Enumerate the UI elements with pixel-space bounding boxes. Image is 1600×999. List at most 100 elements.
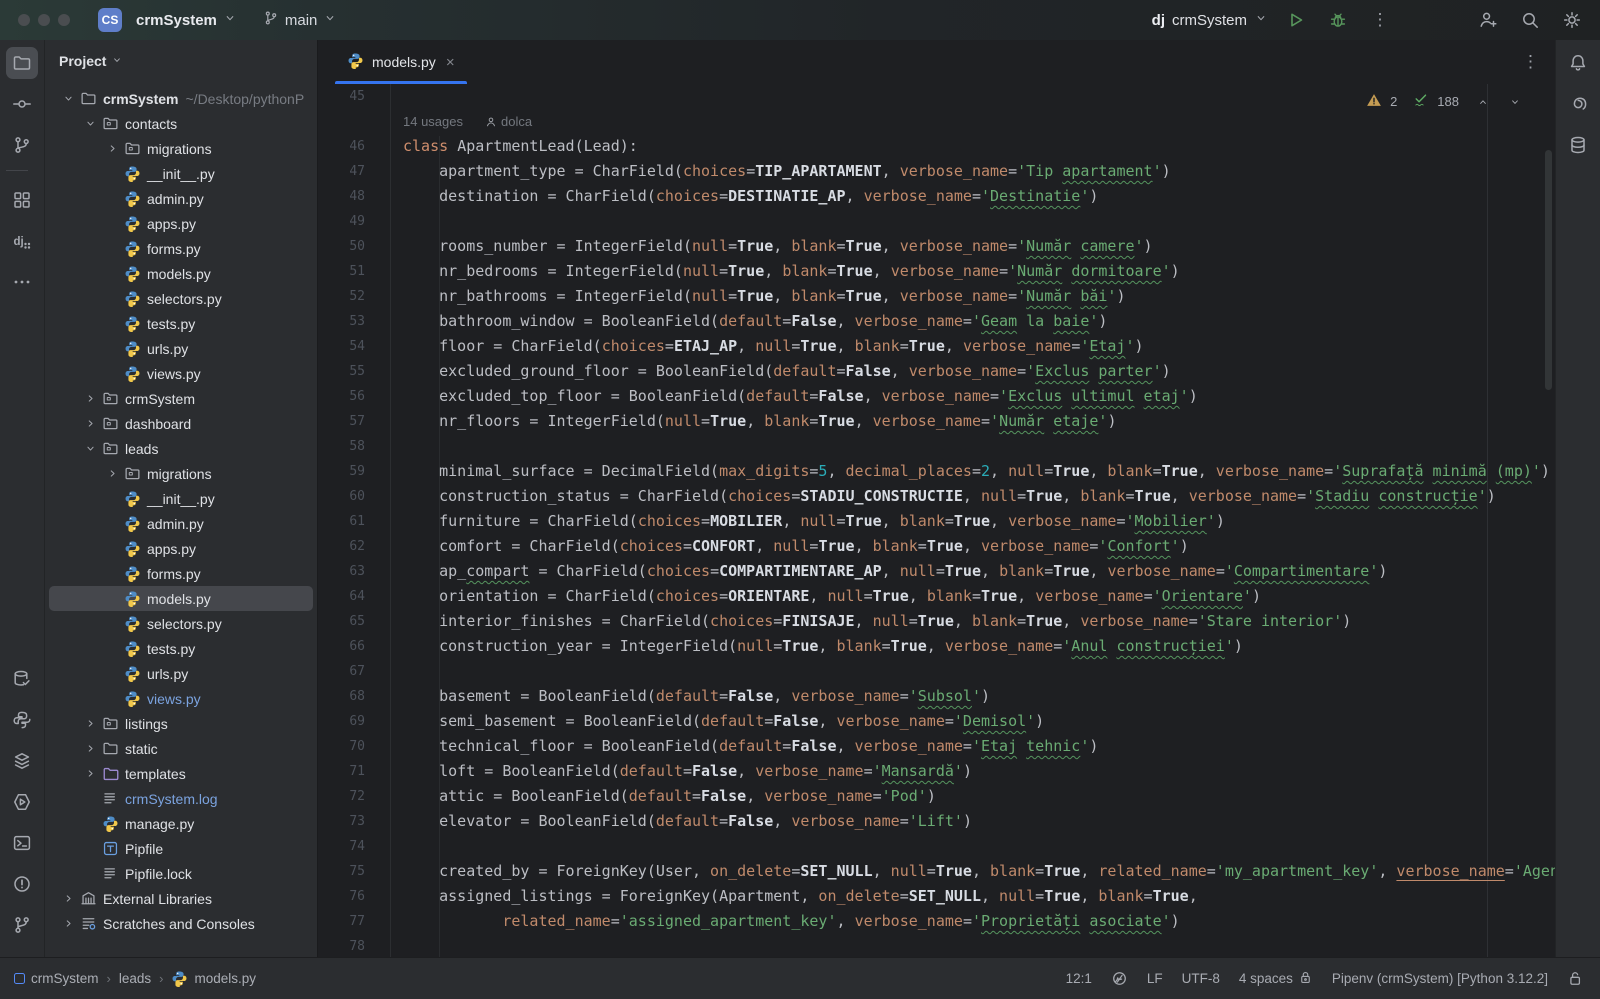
tool-stripe-services-icon[interactable] <box>6 745 38 777</box>
code-line-66[interactable]: 66 construction_year = IntegerField(null… <box>318 634 1555 659</box>
code-hints-row[interactable]: 14 usagesdolca <box>318 109 1555 134</box>
tree-item-contacts[interactable]: contacts <box>49 111 313 136</box>
grammar-check-icon[interactable] <box>1111 970 1128 987</box>
tree-item-listings[interactable]: listings <box>49 711 313 736</box>
tool-stripe-git-branch-icon[interactable] <box>6 909 38 941</box>
tree-item-views-py[interactable]: views.py <box>49 686 313 711</box>
code-line-62[interactable]: 62 comfort = CharField(choices=CONFORT, … <box>318 534 1555 559</box>
tool-stripe-vcs-graph-icon[interactable] <box>6 129 38 161</box>
line-number[interactable]: 58 <box>318 439 365 454</box>
chevron-down-icon[interactable] <box>58 92 78 105</box>
settings-button[interactable] <box>1558 6 1586 34</box>
code-line-74[interactable]: 74 <box>318 834 1555 859</box>
code-line-77[interactable]: 77 related_name='assigned_apartment_key'… <box>318 909 1555 934</box>
tree-item-scratches-and-consoles[interactable]: Scratches and Consoles <box>49 911 313 936</box>
tree-item-forms-py[interactable]: forms.py <box>49 236 313 261</box>
tree-item-tests-py[interactable]: tests.py <box>49 636 313 661</box>
line-number[interactable]: 77 <box>318 914 365 929</box>
line-number[interactable]: 59 <box>318 464 365 479</box>
line-number[interactable]: 78 <box>318 939 365 954</box>
line-separator-widget[interactable]: LF <box>1147 971 1163 986</box>
line-number[interactable]: 50 <box>318 239 365 254</box>
line-number[interactable]: 74 <box>318 839 365 854</box>
code-line-48[interactable]: 48 destination = CharField(choices=DESTI… <box>318 184 1555 209</box>
line-number[interactable]: 51 <box>318 264 365 279</box>
line-number[interactable]: 65 <box>318 614 365 629</box>
tool-stripe-run-anything-icon[interactable] <box>6 786 38 818</box>
run-button[interactable] <box>1282 6 1310 34</box>
line-number[interactable]: 69 <box>318 714 365 729</box>
tree-item-leads[interactable]: leads <box>49 436 313 461</box>
tool-stripe-database-check-icon[interactable] <box>6 663 38 695</box>
code-with-me-button[interactable] <box>1474 6 1502 34</box>
line-number[interactable]: 73 <box>318 814 365 829</box>
editor-scrollbar[interactable] <box>1545 150 1552 390</box>
code-line-69[interactable]: 69 semi_basement = BooleanField(default=… <box>318 709 1555 734</box>
chevron-right-icon[interactable] <box>80 392 100 405</box>
line-number[interactable]: 55 <box>318 364 365 379</box>
more-actions-kebab-icon[interactable]: ⋮ <box>1366 6 1394 34</box>
tree-item-selectors-py[interactable]: selectors.py <box>49 286 313 311</box>
chevron-right-icon[interactable] <box>80 417 100 430</box>
tree-item-migrations[interactable]: migrations <box>49 136 313 161</box>
line-number[interactable]: 62 <box>318 539 365 554</box>
chevron-right-icon[interactable] <box>80 717 100 730</box>
line-number[interactable]: 52 <box>318 289 365 304</box>
line-number[interactable]: 68 <box>318 689 365 704</box>
line-number[interactable]: 53 <box>318 314 365 329</box>
tree-item-pipfile[interactable]: Pipfile <box>49 836 313 861</box>
line-number[interactable]: 66 <box>318 639 365 654</box>
tool-stripe-commit-icon[interactable] <box>6 88 38 120</box>
code-line-54[interactable]: 54 floor = CharField(choices=ETAJ_AP, nu… <box>318 334 1555 359</box>
window-close-button[interactable] <box>18 14 30 26</box>
code-line-47[interactable]: 47 apartment_type = CharField(choices=TI… <box>318 159 1555 184</box>
file-writable-lock-icon[interactable] <box>1567 970 1584 987</box>
tool-stripe-database-icon[interactable] <box>1562 129 1594 161</box>
usages-hint[interactable]: 14 usages <box>403 109 463 134</box>
search-everywhere-button[interactable] <box>1516 6 1544 34</box>
code-line-75[interactable]: 75 created_by = ForeignKey(User, on_dele… <box>318 859 1555 884</box>
code-line-52[interactable]: 52 nr_bathrooms = IntegerField(null=True… <box>318 284 1555 309</box>
breadcrumb-item-models-py[interactable]: models.py <box>171 970 256 987</box>
tool-stripe-python-console-icon[interactable] <box>6 704 38 736</box>
tool-stripe-project-folder-icon[interactable] <box>6 47 38 79</box>
tree-item-pipfile-lock[interactable]: Pipfile.lock <box>49 861 313 886</box>
breadcrumb-item-leads[interactable]: leads <box>119 971 151 986</box>
tool-stripe-ai-assistant-icon[interactable] <box>1562 88 1594 120</box>
window-controls[interactable] <box>18 14 70 26</box>
line-number[interactable]: 57 <box>318 414 365 429</box>
line-number[interactable]: 47 <box>318 164 365 179</box>
line-number[interactable]: 71 <box>318 764 365 779</box>
tree-item-dashboard[interactable]: dashboard <box>49 411 313 436</box>
code-line-46[interactable]: 46class ApartmentLead(Lead): <box>318 134 1555 159</box>
tree-item-migrations[interactable]: migrations <box>49 461 313 486</box>
tree-item-tests-py[interactable]: tests.py <box>49 311 313 336</box>
line-number[interactable]: 45 <box>318 89 365 104</box>
line-number[interactable]: 61 <box>318 514 365 529</box>
tool-stripe-structure-icon[interactable] <box>6 184 38 216</box>
tree-item-crmsystem[interactable]: crmSystem~/Desktop/pythonP <box>49 86 313 111</box>
editor-options-kebab-icon[interactable]: ⋮ <box>1522 40 1539 84</box>
tree-item-admin-py[interactable]: admin.py <box>49 186 313 211</box>
code-line-49[interactable]: 49 <box>318 209 1555 234</box>
code-line-64[interactable]: 64 orientation = CharField(choices=ORIEN… <box>318 584 1555 609</box>
code-line-72[interactable]: 72 attic = BooleanField(default=False, v… <box>318 784 1555 809</box>
previous-problem-button[interactable] <box>1477 96 1489 108</box>
line-number[interactable]: 64 <box>318 589 365 604</box>
line-number[interactable]: 76 <box>318 889 365 904</box>
code-line-55[interactable]: 55 excluded_ground_floor = BooleanField(… <box>318 359 1555 384</box>
tree-item-models-py[interactable]: models.py <box>49 261 313 286</box>
code-line-60[interactable]: 60 construction_status = CharField(choic… <box>318 484 1555 509</box>
tool-stripe-django-structure-icon[interactable]: dj <box>6 225 38 257</box>
tree-item-static[interactable]: static <box>49 736 313 761</box>
encoding-widget[interactable]: UTF-8 <box>1182 971 1220 986</box>
tree-item--init-py[interactable]: __init__.py <box>49 161 313 186</box>
line-number[interactable]: 60 <box>318 489 365 504</box>
window-zoom-button[interactable] <box>58 14 70 26</box>
chevron-down-icon[interactable] <box>80 117 100 130</box>
code-line-76[interactable]: 76 assigned_listings = ForeignKey(Apartm… <box>318 884 1555 909</box>
tree-item-apps-py[interactable]: apps.py <box>49 211 313 236</box>
chevron-right-icon[interactable] <box>80 742 100 755</box>
chevron-down-icon[interactable] <box>80 442 100 455</box>
code-line-68[interactable]: 68 basement = BooleanField(default=False… <box>318 684 1555 709</box>
